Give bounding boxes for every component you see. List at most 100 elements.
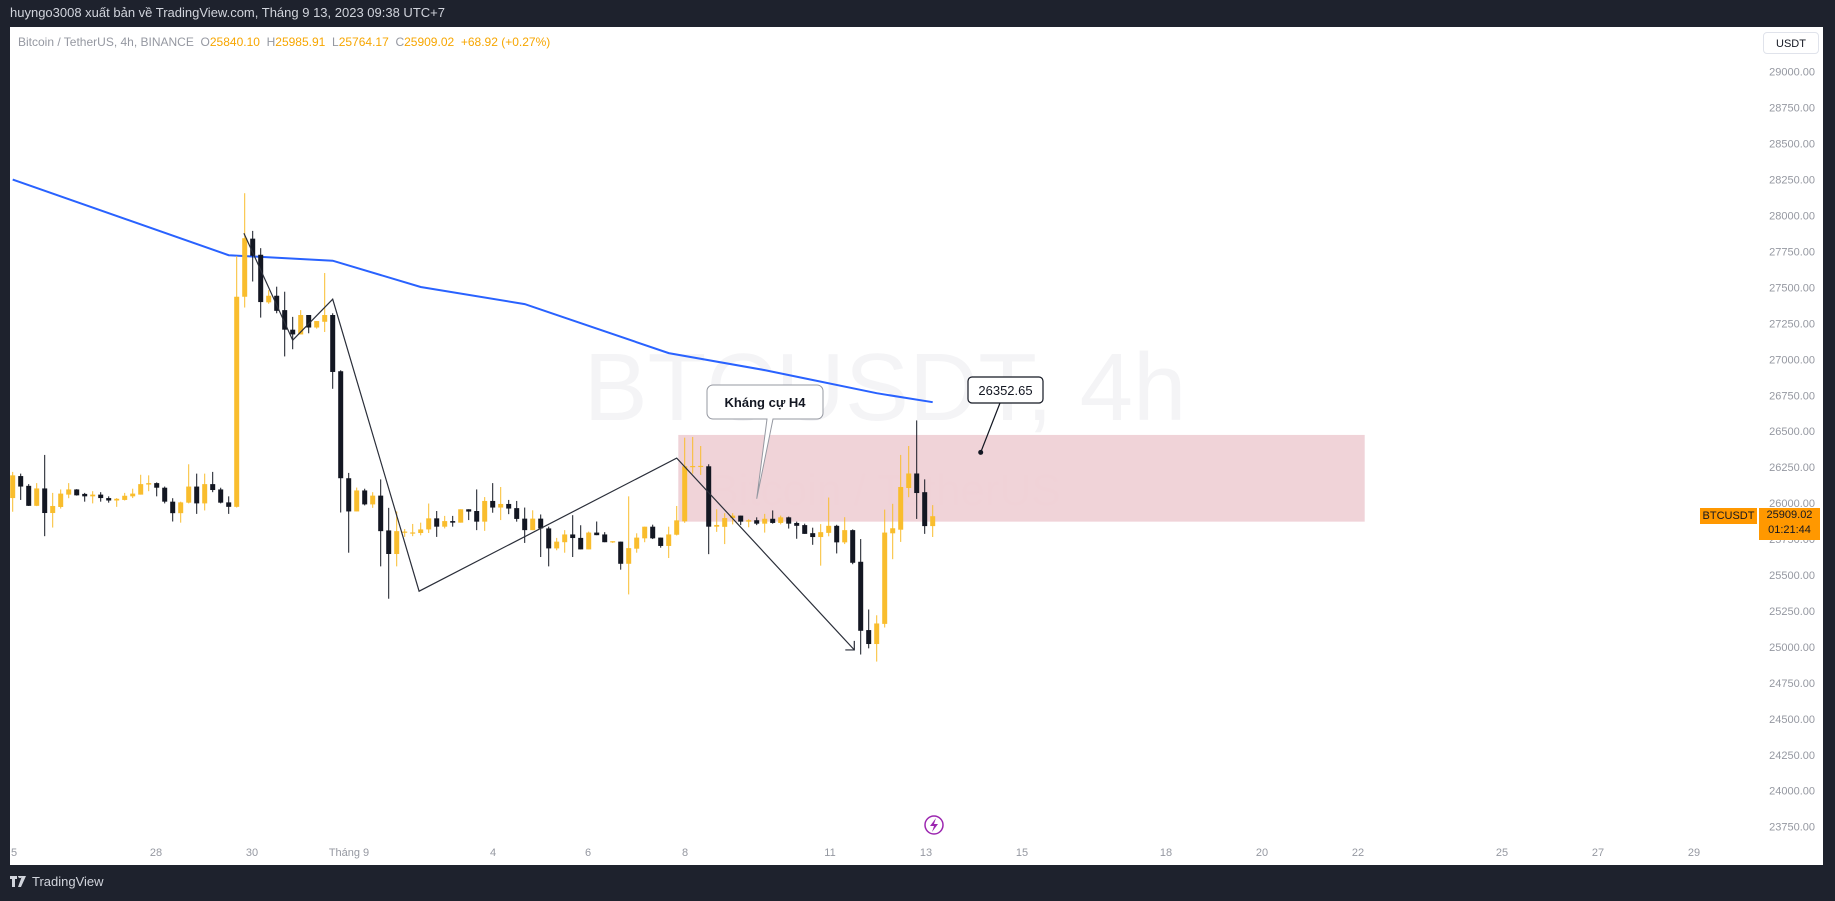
candle-body xyxy=(866,630,872,645)
candle-body xyxy=(146,483,152,485)
candle xyxy=(498,486,504,521)
currency-button[interactable]: USDT xyxy=(1763,32,1819,54)
candle-body xyxy=(922,492,928,527)
candle-body xyxy=(90,494,96,497)
candle xyxy=(610,541,616,543)
candle xyxy=(466,509,472,521)
footer-brand[interactable]: TradingView xyxy=(10,874,104,889)
candle-body xyxy=(930,516,936,527)
candle xyxy=(874,615,880,662)
x-tick-label: 15 xyxy=(1016,847,1028,859)
y-tick-label: 26250.00 xyxy=(1769,462,1815,474)
candle-body xyxy=(682,466,688,522)
candle xyxy=(258,248,264,318)
candle xyxy=(634,533,640,553)
y-tick-label: 24000.00 xyxy=(1769,786,1815,798)
candle-body xyxy=(842,530,848,543)
candle xyxy=(346,472,352,553)
candle-body xyxy=(906,473,912,489)
candle-body xyxy=(698,465,704,468)
candle xyxy=(802,523,808,534)
candle xyxy=(218,487,224,504)
x-tick-label: 22 xyxy=(1352,847,1364,859)
candle-body xyxy=(570,534,576,539)
candle-body xyxy=(786,517,792,524)
candle xyxy=(170,498,176,522)
candle-body xyxy=(434,518,440,527)
candle-body xyxy=(98,494,104,499)
candle-body xyxy=(74,489,80,496)
candle xyxy=(410,523,416,537)
price-note-anchor[interactable] xyxy=(978,449,984,455)
x-tick-label: 29 xyxy=(1688,847,1700,859)
candle-body xyxy=(66,489,72,495)
callout-text: Kháng cự H4 xyxy=(725,395,807,410)
bar-countdown: 01:21:44 xyxy=(1768,524,1811,536)
candle xyxy=(538,514,544,558)
candle-body xyxy=(202,484,208,504)
candle xyxy=(818,524,824,566)
y-tick-label: 24750.00 xyxy=(1769,678,1815,690)
candle xyxy=(130,488,136,499)
chart-canvas[interactable]: BTCUSDT, 4h Bitcoin / TetherUS Kháng cự … xyxy=(0,0,1835,901)
x-tick-label: 25 xyxy=(1496,847,1508,859)
y-tick-label: 25000.00 xyxy=(1769,642,1815,654)
candle xyxy=(490,483,496,513)
candle xyxy=(90,491,96,504)
candle-body xyxy=(754,520,760,524)
candle-body xyxy=(370,495,376,505)
candle-body xyxy=(506,503,512,509)
candle xyxy=(594,521,600,536)
x-tick-label: 27 xyxy=(1592,847,1604,859)
y-tick-label: 27250.00 xyxy=(1769,318,1815,330)
low-value: 25764.17 xyxy=(338,35,389,49)
candle xyxy=(26,484,32,506)
candle-body xyxy=(338,371,344,479)
x-tick-label: 11 xyxy=(824,847,835,859)
candle-body xyxy=(498,503,504,508)
candle-body xyxy=(394,531,400,555)
candle xyxy=(314,321,320,329)
lightning-icon[interactable] xyxy=(924,815,944,835)
candle xyxy=(578,525,584,550)
candle-body xyxy=(114,498,120,501)
symbol-description[interactable]: Bitcoin / TetherUS, 4h, BINANCE xyxy=(18,35,194,49)
candle-body xyxy=(322,315,328,322)
open-value: 25840.10 xyxy=(209,35,260,49)
candle-body xyxy=(266,295,272,303)
candle-body xyxy=(898,486,904,530)
candle xyxy=(74,489,80,496)
candle xyxy=(882,509,888,628)
candle xyxy=(386,507,392,599)
candle xyxy=(426,503,432,534)
candle xyxy=(810,527,816,545)
y-tick-label: 27500.00 xyxy=(1769,282,1815,294)
candle-body xyxy=(578,537,584,550)
candle xyxy=(434,511,440,537)
candle xyxy=(650,524,656,540)
resistance-zone[interactable] xyxy=(678,434,1365,522)
candle-body xyxy=(362,490,368,505)
y-tick-label: 27750.00 xyxy=(1769,246,1815,258)
candle xyxy=(18,473,24,500)
candle xyxy=(442,515,448,529)
candle-body xyxy=(554,541,560,549)
candle xyxy=(10,471,16,512)
y-tick-label: 24250.00 xyxy=(1769,750,1815,762)
candle-body xyxy=(186,486,192,503)
candle-body xyxy=(34,488,40,506)
x-tick-label: 18 xyxy=(1160,847,1172,859)
candle-body xyxy=(770,518,776,523)
candle-body xyxy=(650,526,656,539)
candle xyxy=(546,526,552,567)
candle xyxy=(658,537,664,548)
tradingview-logo-icon xyxy=(10,875,26,887)
candle-body xyxy=(818,532,824,538)
candle xyxy=(138,474,144,495)
candle-body xyxy=(882,532,888,624)
candle xyxy=(338,370,344,513)
candle-body xyxy=(458,509,464,523)
candle-body xyxy=(82,493,88,497)
y-tick-label: 28250.00 xyxy=(1769,175,1815,187)
candle-body xyxy=(674,520,680,535)
